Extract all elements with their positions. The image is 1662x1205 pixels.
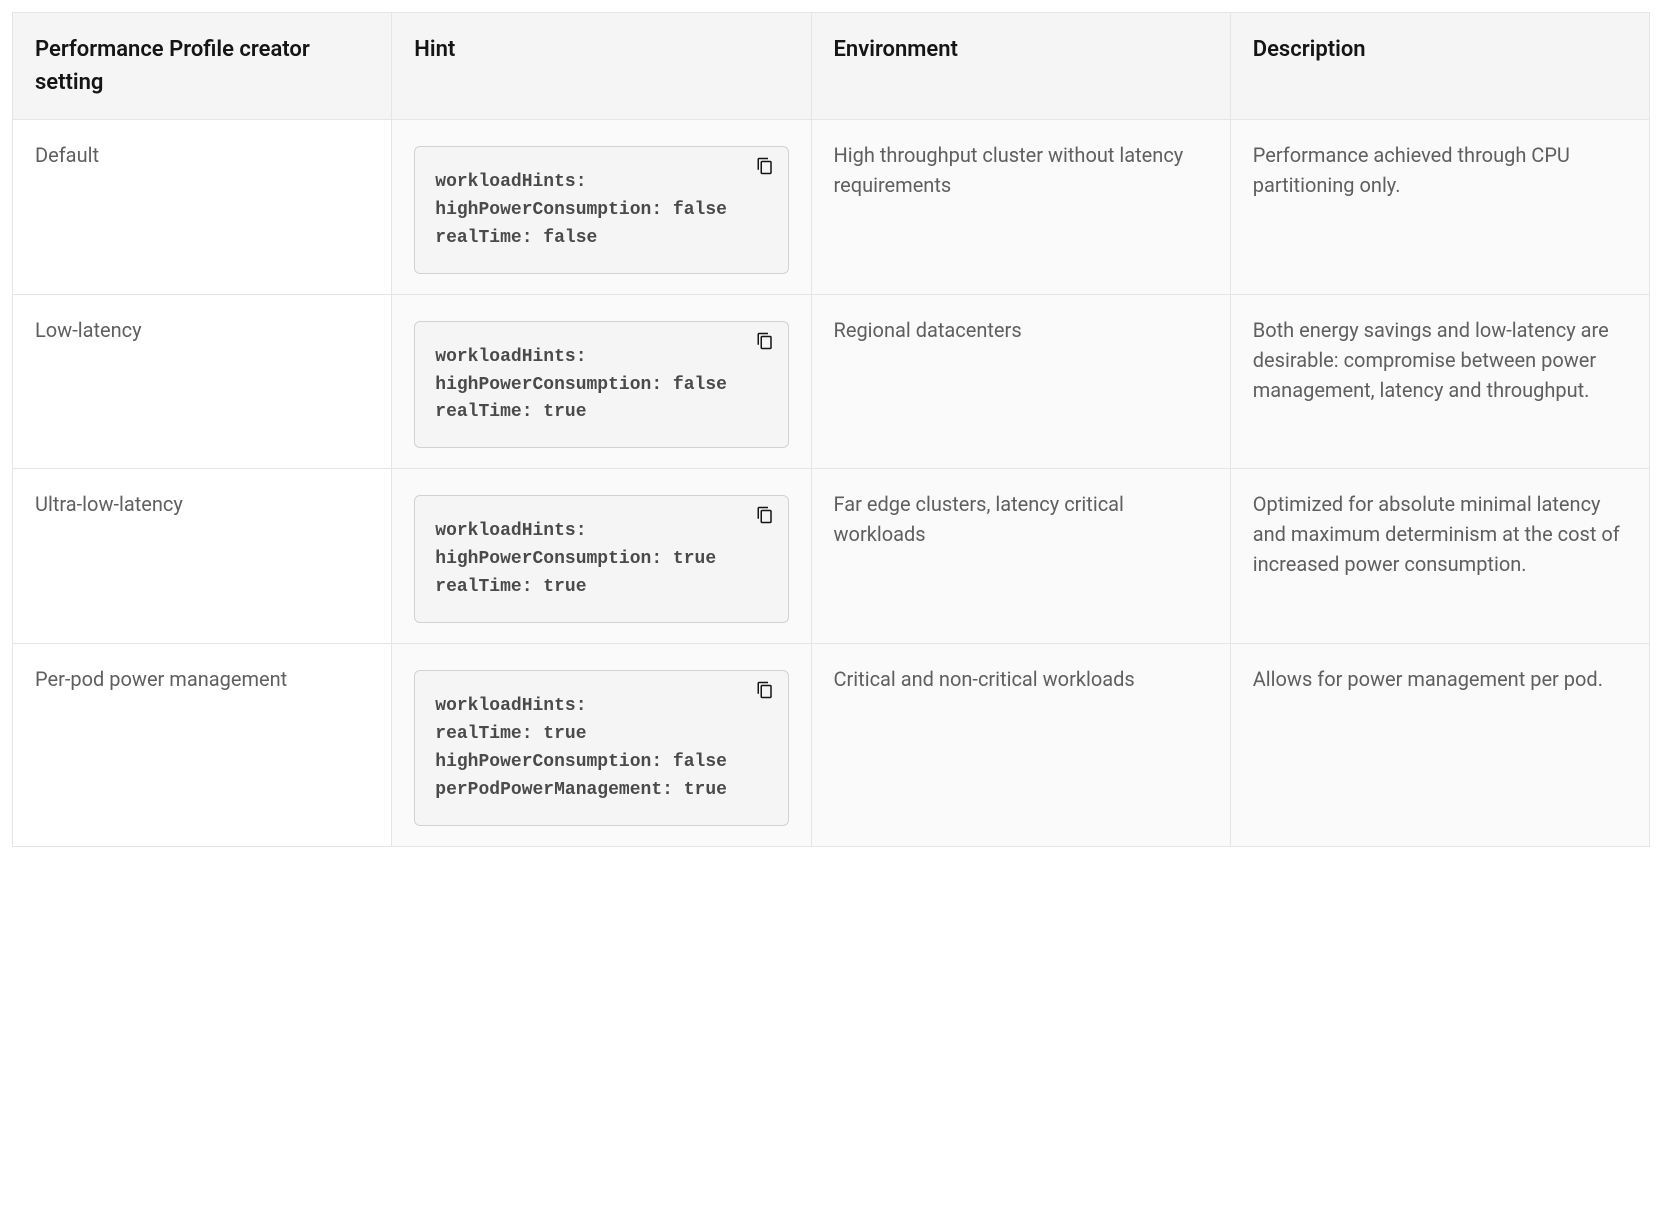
code-content: workloadHints: highPowerConsumption: fal… (435, 344, 767, 428)
copy-button[interactable] (754, 157, 776, 179)
copy-button[interactable] (754, 332, 776, 354)
copy-icon (756, 502, 774, 532)
environment-cell: Far edge clusters, latency critical work… (811, 469, 1230, 644)
code-content: workloadHints: highPowerConsumption: fal… (435, 169, 767, 253)
header-setting: Performance Profile creator setting (13, 13, 392, 120)
description-cell: Both energy savings and low-latency are … (1230, 294, 1649, 469)
description-cell: Optimized for absolute minimal latency a… (1230, 469, 1649, 644)
code-block: workloadHints: realTime: true highPowerC… (414, 670, 788, 826)
environment-cell: High throughput cluster without latency … (811, 120, 1230, 295)
header-environment: Environment (811, 13, 1230, 120)
setting-cell: Low-latency (13, 294, 392, 469)
table-row: Per-pod power management workloadHints: … (13, 644, 1650, 847)
description-cell: Performance achieved through CPU partiti… (1230, 120, 1649, 295)
code-content: workloadHints: highPowerConsumption: tru… (435, 518, 767, 602)
hint-cell: workloadHints: highPowerConsumption: tru… (392, 469, 811, 644)
hint-cell: workloadHints: highPowerConsumption: fal… (392, 294, 811, 469)
header-description: Description (1230, 13, 1649, 120)
setting-cell: Default (13, 120, 392, 295)
table-header-row: Performance Profile creator setting Hint… (13, 13, 1650, 120)
setting-cell: Ultra-low-latency (13, 469, 392, 644)
header-hint: Hint (392, 13, 811, 120)
setting-cell: Per-pod power management (13, 644, 392, 847)
code-block: workloadHints: highPowerConsumption: tru… (414, 495, 788, 623)
code-block: workloadHints: highPowerConsumption: fal… (414, 146, 788, 274)
environment-cell: Regional datacenters (811, 294, 1230, 469)
table-body: Default workloadHints: highPowerConsumpt… (13, 120, 1650, 847)
description-cell: Allows for power management per pod. (1230, 644, 1649, 847)
copy-icon (756, 677, 774, 707)
copy-button[interactable] (754, 506, 776, 528)
table-row: Default workloadHints: highPowerConsumpt… (13, 120, 1650, 295)
code-content: workloadHints: realTime: true highPowerC… (435, 693, 767, 805)
code-block: workloadHints: highPowerConsumption: fal… (414, 321, 788, 449)
hint-cell: workloadHints: highPowerConsumption: fal… (392, 120, 811, 295)
table-row: Ultra-low-latency workloadHints: highPow… (13, 469, 1650, 644)
hint-cell: workloadHints: realTime: true highPowerC… (392, 644, 811, 847)
environment-cell: Critical and non-critical workloads (811, 644, 1230, 847)
copy-icon (756, 328, 774, 358)
copy-button[interactable] (754, 681, 776, 703)
copy-icon (756, 153, 774, 183)
table-row: Low-latency workloadHints: highPowerCons… (13, 294, 1650, 469)
performance-profile-table: Performance Profile creator setting Hint… (12, 12, 1650, 847)
